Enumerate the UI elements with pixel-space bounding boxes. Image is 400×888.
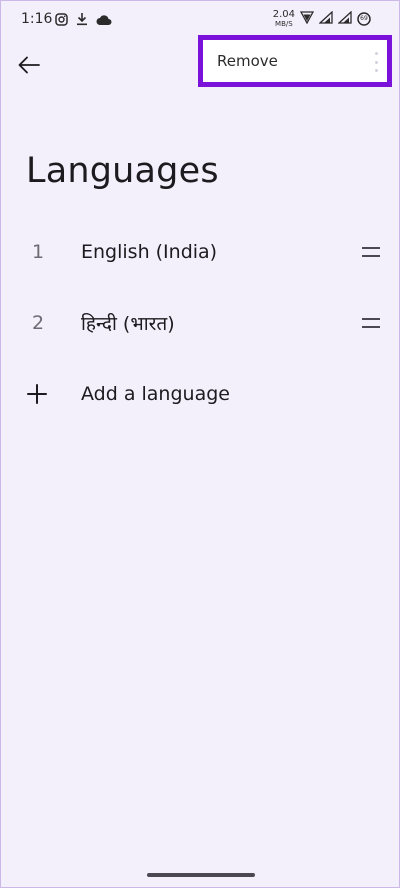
language-index: 1 [32,241,45,263]
add-language-label: Add a language [81,383,230,405]
gesture-navigation-bar[interactable] [147,873,255,877]
status-left-icons [55,11,112,30]
remove-menu-item[interactable]: Remove [217,40,357,82]
back-button[interactable] [15,51,43,79]
download-icon [76,11,88,30]
cell-signal-icon [337,9,352,28]
add-language-button[interactable]: Add a language [1,361,399,427]
language-name: हिन्दी (भारत) [81,313,175,335]
network-speed: 2.04 MB/S [273,9,295,28]
status-right: 2.04 MB/S 69 [273,9,371,28]
battery-level: 69 [360,14,368,22]
language-row-2[interactable]: 2 हिन्दी (भारत) [1,290,399,356]
arrow-left-icon [18,56,40,74]
network-speed-unit: MB/S [275,20,293,28]
battery-icon: 69 [357,11,371,26]
screen: 1:16 2.04 MB/S 69 Remove Languages 1 Eng… [0,0,400,888]
overflow-menu-popup: Remove [198,35,392,87]
more-vertical-icon[interactable] [373,52,379,72]
language-row-1[interactable]: 1 English (India) [1,219,399,285]
status-time: 1:16 [21,11,53,27]
cell-signal-icon [318,9,333,28]
drag-handle-icon[interactable] [362,318,380,328]
network-speed-value: 2.04 [272,9,295,20]
instagram-icon [55,11,68,30]
drag-handle-icon[interactable] [362,247,380,257]
language-index: 2 [32,312,45,334]
language-name: English (India) [81,241,218,263]
wifi-signal-icon [299,9,315,28]
cloud-icon [96,11,112,30]
plus-icon [27,384,47,404]
page-title: Languages [26,151,219,191]
